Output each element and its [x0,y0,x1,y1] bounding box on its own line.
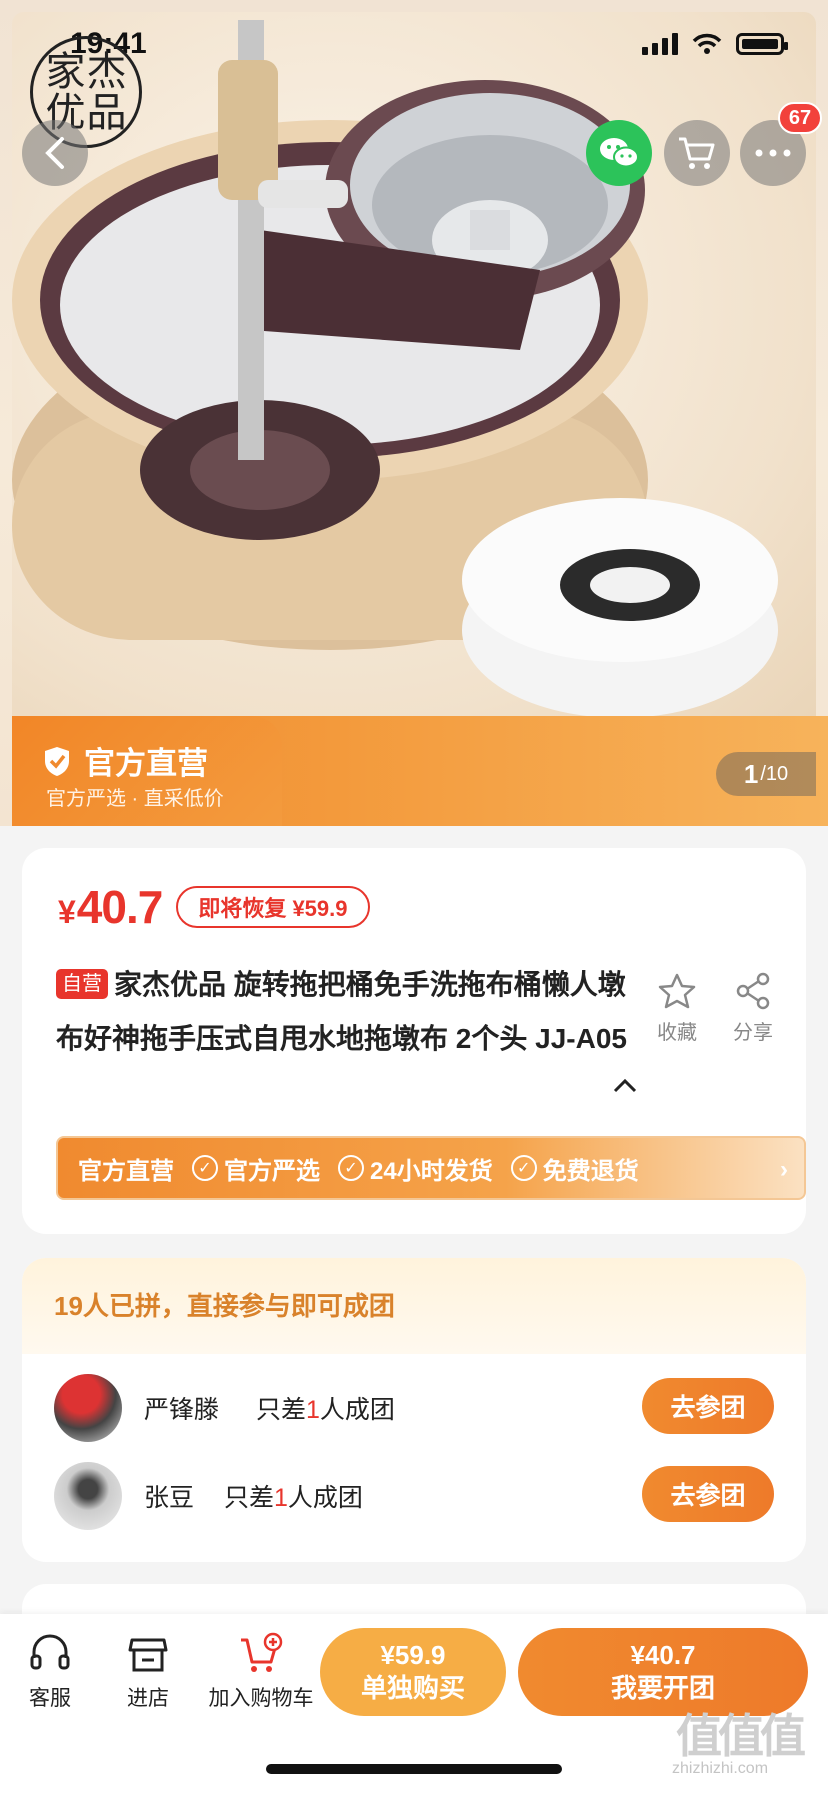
favorite-button[interactable]: 收藏 [642,972,712,1045]
store-icon [128,1638,168,1672]
favorite-label: 收藏 [657,1022,697,1044]
chevron-up-icon[interactable] [610,1076,640,1096]
need-suffix: 人成团 [319,1396,395,1424]
chevron-left-icon [45,137,64,169]
chevron-right-icon: › [780,1156,788,1183]
home-indicator[interactable] [266,1764,562,1774]
service-item: ✓ 官方严选 [192,1151,320,1186]
service-label: 官方严选 [224,1157,320,1185]
product-info-card: ¥40.7 即将恢复 ¥59.9 自营 家杰优品 旋转拖把桶免手洗拖布桶懒人墩布好… [22,848,806,1234]
need-prefix: 只差 [256,1396,307,1424]
pager-total: /10 [760,762,789,785]
wifi-icon [692,33,722,54]
wechat-icon [600,138,639,168]
image-pager: 1 /10 [716,752,816,796]
solo-price: ¥59.9 [380,1640,446,1670]
group-price: ¥40.7 [630,1640,696,1670]
group-need-text: 只差1人成团 [224,1478,363,1514]
service-label: 客服 [29,1687,71,1710]
official-title: 官方直营 [42,738,208,783]
customer-service-button[interactable]: 客服 [22,1632,78,1712]
logo-char: 杰 [86,48,127,95]
group-need-text: 只差1人成团 [256,1390,395,1426]
service-guarantee-bar[interactable]: 官方直营 ✓ 官方严选 ✓ 24小时发货 ✓ 免费退货 › [56,1136,806,1200]
price-row: ¥40.7 即将恢复 ¥59.9 [58,880,370,934]
share-button[interactable]: 分享 [718,972,788,1045]
need-suffix: 人成团 [287,1484,363,1512]
service-official: 官方直营 [78,1157,174,1185]
shop-label: 进店 [127,1687,169,1710]
product-title: 自营 家杰优品 旋转拖把桶免手洗拖布桶懒人墩布好神拖手压式自甩水地拖墩布 2个头 … [56,958,636,1066]
star-icon [658,973,696,1009]
product-title-text: 家杰优品 旋转拖把桶免手洗拖布桶懒人墩布好神拖手压式自甩水地拖墩布 2个头 JJ… [56,969,627,1054]
watermark: 值值值 [676,1710,806,1762]
group-row: 张豆 只差1人成团 去参团 [54,1458,774,1534]
add-cart-icon [241,1632,283,1672]
product-gallery[interactable]: 19:41 家 杰 优 品 67 官方直营 官方严选 · 直采低价 1 /10 [0,0,828,826]
avatar [54,1374,122,1442]
check-circle-icon: ✓ [510,1155,537,1181]
official-title-text: 官方直营 [84,746,208,781]
service-label: 免费退货 [542,1157,639,1185]
group-leader-name: 严锋滕 [144,1396,220,1424]
service-label: 24小时发货 [370,1157,493,1185]
current-price: ¥40.7 [58,880,164,934]
cart-button[interactable] [664,120,730,186]
need-prefix: 只差 [224,1484,275,1512]
join-group-button[interactable]: 去参团 [642,1466,774,1522]
signal-icon [642,33,678,55]
group-row: 严锋滕 只差1人成团 去参团 [54,1370,774,1446]
group-buy-header: 19人已拼，直接参与即可成团 [22,1258,806,1354]
service-item: ✓ 免费退货 [510,1151,639,1186]
headset-icon [30,1634,70,1670]
join-group-button[interactable]: 去参团 [642,1378,774,1434]
service-item: ✓ 24小时发货 [338,1151,493,1186]
cart-count-badge: 67 [778,102,822,134]
back-button[interactable] [22,120,88,186]
price-restore-tag: 即将恢复 ¥59.9 [176,886,370,928]
solo-label: 单独购买 [360,1673,465,1703]
add-to-cart-button[interactable]: 加入购物车 [200,1632,322,1712]
check-circle-icon: ✓ [192,1155,218,1181]
logo-char: 品 [86,89,127,136]
more-dots-icon [755,149,791,157]
price-value: 40.7 [76,881,164,933]
wechat-share-button[interactable] [586,120,652,186]
check-circle-icon: ✓ [338,1155,364,1181]
battery-icon [736,33,788,55]
self-operated-tag: 自营 [56,969,108,999]
status-icons [642,33,788,55]
buy-alone-button[interactable]: ¥59.9 单独购买 [320,1628,506,1716]
group-leader-name: 张豆 [144,1484,195,1512]
watermark-url: zhizhizhi.com [672,1760,769,1777]
share-icon [736,972,770,1010]
cart-icon [679,137,715,169]
currency-symbol: ¥ [58,894,76,930]
avatar [54,1462,122,1530]
need-count: 1 [306,1396,320,1424]
cart-label: 加入购物车 [208,1687,314,1710]
group-buy-card: 19人已拼，直接参与即可成团 严锋滕 只差1人成团 去参团 张豆 只差1人成团 … [22,1258,806,1562]
official-subtitle: 官方严选 · 直采低价 [46,788,224,810]
pager-current: 1 [743,758,759,789]
logo-char: 家 [45,48,86,95]
enter-shop-button[interactable]: 进店 [118,1632,178,1712]
shield-check-icon [45,746,69,776]
share-label: 分享 [733,1022,773,1044]
need-count: 1 [274,1484,288,1512]
